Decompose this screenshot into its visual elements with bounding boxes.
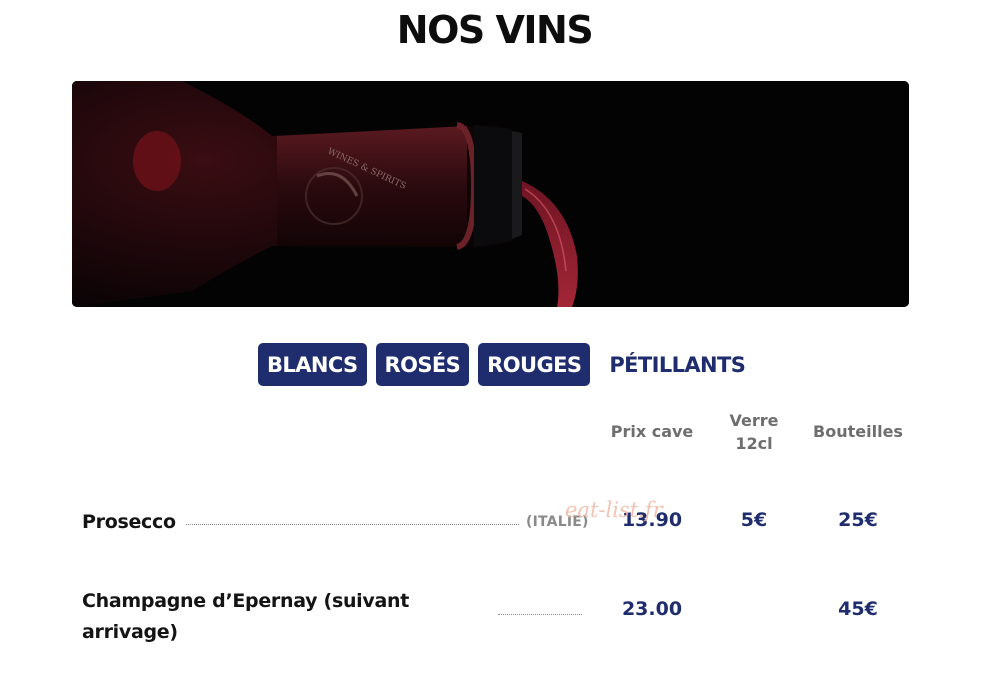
wine-pour-photo: WINES & SPIRITS (72, 81, 909, 307)
price-cave-prosecco: 13.90 (621, 509, 683, 531)
column-header-bouteilles: Bouteilles (813, 422, 903, 441)
column-header-prix-cave: Prix cave (610, 422, 694, 441)
tab-roses[interactable]: ROSÉS (375, 343, 470, 386)
wine-category-tabs: BLANCS ROSÉS ROUGES PÉTILLANTS (258, 343, 754, 386)
column-header-verre-line1: Verre (729, 411, 779, 430)
price-bouteille-champagne: 45€ (838, 598, 878, 620)
leader-dots (498, 614, 582, 615)
tab-petillants[interactable]: PÉTILLANTS (599, 343, 754, 386)
wine-name-champagne: Champagne d’Epernay (suivant arrivage) (82, 586, 409, 648)
leader-dots (186, 524, 519, 525)
tab-blancs[interactable]: BLANCS (258, 343, 367, 386)
page-title: NOS VINS (396, 8, 594, 52)
wine-name-champagne-line2: arrivage) (82, 621, 178, 643)
column-header-verre-line2: 12cl (735, 434, 773, 453)
column-header-verre: Verre 12cl (714, 409, 794, 455)
tab-rouges[interactable]: ROUGES (478, 343, 591, 386)
price-cave-champagne: 23.00 (621, 598, 683, 620)
wine-origin: (ITALIE) (526, 514, 589, 530)
hero-image: WINES & SPIRITS (72, 81, 909, 307)
wine-name-champagne-line1: Champagne d’Epernay (suivant (82, 590, 410, 612)
price-verre-prosecco: 5€ (740, 509, 768, 531)
price-bouteille-prosecco: 25€ (838, 509, 878, 531)
wine-name-prosecco: Prosecco (82, 511, 176, 533)
